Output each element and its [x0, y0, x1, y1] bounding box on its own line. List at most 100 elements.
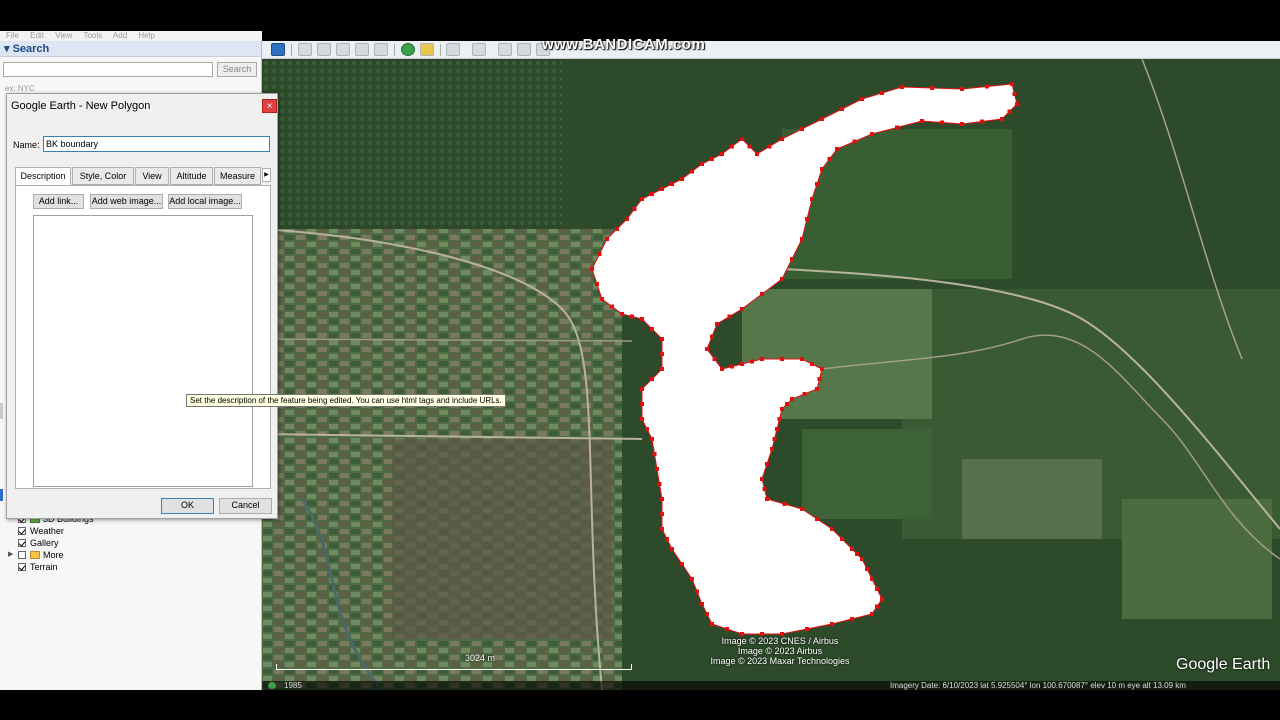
- polygon-vertex[interactable]: [815, 517, 819, 521]
- record-tour-button[interactable]: [374, 43, 388, 56]
- polygon-vertex[interactable]: [810, 362, 814, 366]
- polygon-vertex[interactable]: [670, 182, 674, 186]
- polygon-vertex[interactable]: [850, 547, 854, 551]
- checkbox[interactable]: [18, 563, 26, 571]
- polygon-vertex[interactable]: [747, 144, 752, 149]
- polygon-vertex[interactable]: [765, 497, 769, 501]
- tab-description[interactable]: Description: [15, 167, 71, 186]
- polygon-vertex[interactable]: [820, 117, 824, 121]
- polygon-vertex[interactable]: [860, 557, 864, 561]
- polygon-vertex[interactable]: [640, 402, 644, 406]
- checkbox[interactable]: [18, 539, 26, 547]
- polygon-vertex[interactable]: [827, 157, 832, 161]
- polygon-vertex[interactable]: [632, 207, 637, 211]
- polygon-vertex[interactable]: [780, 357, 784, 361]
- polygon-vertex[interactable]: [875, 604, 879, 609]
- polygon-vertex[interactable]: [657, 482, 662, 486]
- polygon-vertex[interactable]: [780, 277, 784, 281]
- polygon-vertex[interactable]: [830, 622, 834, 626]
- menu-file[interactable]: File: [6, 31, 19, 40]
- search-input[interactable]: [3, 62, 213, 77]
- polygon-vertex[interactable]: [805, 627, 809, 631]
- polygon-vertex[interactable]: [840, 107, 844, 111]
- polygon-vertex[interactable]: [645, 427, 649, 431]
- layer-gallery[interactable]: Gallery: [8, 537, 248, 549]
- search-panel-header[interactable]: ▾ Search: [0, 41, 261, 57]
- polygon-vertex[interactable]: [900, 85, 904, 89]
- polygon-vertex[interactable]: [820, 367, 824, 371]
- tab-view[interactable]: View: [135, 167, 169, 185]
- sun-button[interactable]: [420, 43, 434, 56]
- polygon-vertex[interactable]: [650, 437, 654, 441]
- polygon-vertex[interactable]: [665, 537, 669, 541]
- tab-scroll-right-icon[interactable]: ▶: [262, 168, 271, 182]
- polygon-vertex[interactable]: [690, 577, 694, 581]
- polygon-vertex[interactable]: [802, 392, 807, 396]
- polygon-vertex[interactable]: [817, 377, 822, 381]
- polygon-vertex[interactable]: [760, 292, 764, 296]
- polygon-vertex[interactable]: [710, 622, 714, 626]
- polygon-vertex[interactable]: [800, 357, 804, 361]
- polygon-vertex[interactable]: [705, 347, 709, 351]
- polygon-vertex[interactable]: [790, 257, 794, 261]
- polygon-vertex[interactable]: [660, 527, 664, 531]
- polygon-vertex[interactable]: [755, 152, 759, 156]
- polygon-vertex[interactable]: [740, 307, 744, 311]
- map-view[interactable]: N: [262, 59, 1280, 690]
- polygon-vertex[interactable]: [830, 527, 834, 531]
- polygon-vertex[interactable]: [650, 327, 654, 331]
- expand-arrow-icon[interactable]: ▶: [8, 549, 18, 561]
- menu-help[interactable]: Help: [138, 31, 154, 40]
- polygon-vertex[interactable]: [820, 167, 824, 171]
- polygon-vertex[interactable]: [690, 169, 694, 174]
- polygon-vertex[interactable]: [720, 152, 724, 156]
- polygon-vertex[interactable]: [870, 132, 874, 136]
- polygon-vertex[interactable]: [730, 144, 734, 149]
- polygon-vertex[interactable]: [700, 602, 704, 606]
- tab-altitude[interactable]: Altitude: [170, 167, 213, 185]
- add-polygon-button[interactable]: [317, 43, 331, 56]
- polygon-vertex[interactable]: [740, 137, 744, 141]
- add-overlay-button[interactable]: [355, 43, 369, 56]
- polygon-vertex[interactable]: [815, 182, 819, 186]
- tab-measure[interactable]: Measure: [214, 167, 261, 185]
- polygon-vertex[interactable]: [870, 577, 874, 581]
- add-local-image-button[interactable]: Add local image...: [168, 194, 242, 209]
- polygon-vertex[interactable]: [597, 252, 602, 256]
- polygon-vertex[interactable]: [660, 497, 664, 501]
- polygon-vertex[interactable]: [930, 86, 934, 90]
- checkbox[interactable]: [18, 527, 26, 535]
- email-button[interactable]: [498, 43, 512, 56]
- polygon-vertex[interactable]: [880, 91, 884, 95]
- polygon-vertex[interactable]: [850, 617, 854, 621]
- polygon-vertex[interactable]: [660, 187, 664, 191]
- polygon-vertex[interactable]: [652, 452, 657, 456]
- polygon-vertex[interactable]: [870, 612, 874, 616]
- polygon-vertex[interactable]: [782, 502, 787, 506]
- polygon-vertex[interactable]: [695, 589, 699, 594]
- layer-terrain[interactable]: Terrain: [8, 561, 248, 573]
- polygon-vertex[interactable]: [920, 119, 924, 123]
- polygon-vertex[interactable]: [650, 377, 654, 381]
- polygon-vertex[interactable]: [767, 144, 772, 149]
- polygon-vertex[interactable]: [777, 417, 782, 421]
- polygon-vertex[interactable]: [865, 567, 869, 571]
- polygon-vertex[interactable]: [785, 402, 789, 406]
- polygon-vertex[interactable]: [800, 237, 804, 241]
- polygon-vertex[interactable]: [775, 427, 779, 431]
- polygon-vertex[interactable]: [600, 297, 604, 301]
- polygon-vertex[interactable]: [660, 337, 664, 341]
- polygon-vertex[interactable]: [712, 357, 717, 361]
- cancel-button[interactable]: Cancel: [219, 498, 272, 514]
- polygon-vertex[interactable]: [620, 312, 624, 316]
- polygon-vertex[interactable]: [650, 192, 654, 196]
- polygon-vertex[interactable]: [605, 237, 609, 241]
- toggle-sidebar-button[interactable]: [271, 43, 285, 56]
- polygon-vertex[interactable]: [660, 512, 664, 516]
- polygon-vertex[interactable]: [805, 217, 809, 221]
- polygon-vertex[interactable]: [615, 227, 619, 231]
- polygon-vertex[interactable]: [640, 387, 644, 391]
- polygon-vertex[interactable]: [640, 317, 644, 321]
- polygon-vertex[interactable]: [680, 562, 684, 566]
- polygon-vertex[interactable]: [760, 357, 764, 361]
